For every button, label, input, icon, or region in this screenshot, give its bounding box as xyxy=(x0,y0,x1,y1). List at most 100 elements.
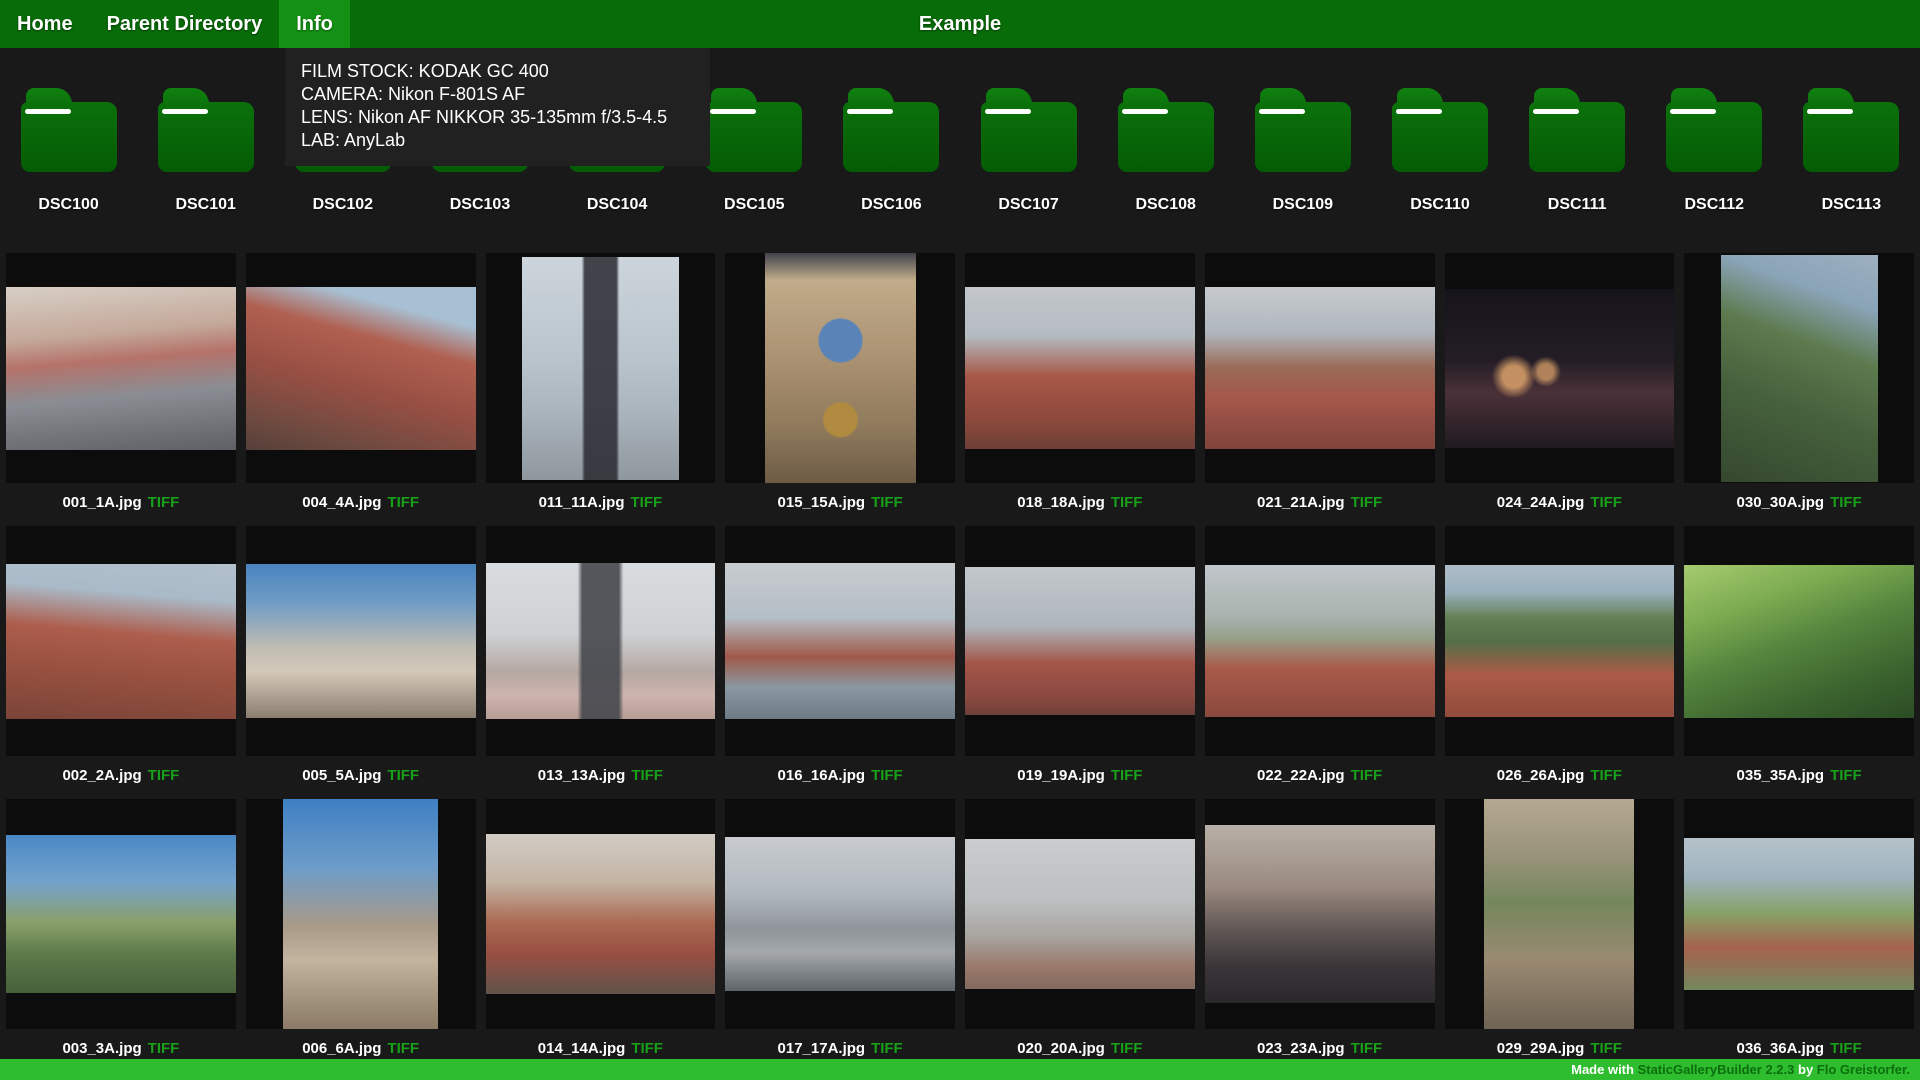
thumbnail-image[interactable] xyxy=(1484,799,1635,1029)
thumbnail-image[interactable] xyxy=(485,834,716,994)
thumbnail-filename-link[interactable]: 013_13A.jpg xyxy=(538,767,626,784)
thumbnail-box[interactable] xyxy=(1204,253,1435,483)
thumbnail-tiff-link[interactable]: TIFF xyxy=(871,767,903,784)
thumbnail-filename-link[interactable]: 011_11A.jpg xyxy=(539,494,625,511)
thumbnail-image[interactable] xyxy=(6,835,236,993)
folder-item[interactable]: DSC106 xyxy=(843,88,940,253)
thumbnail-box[interactable] xyxy=(1204,526,1435,756)
thumbnail-filename-link[interactable]: 017_17A.jpg xyxy=(778,1040,866,1057)
thumbnail-filename-link[interactable]: 020_20A.jpg xyxy=(1017,1040,1105,1057)
folder-item[interactable]: DSC100 xyxy=(20,88,117,253)
thumbnail-box[interactable] xyxy=(245,526,476,756)
thumbnail-image[interactable] xyxy=(725,837,955,991)
folder-item[interactable]: DSC101 xyxy=(157,88,254,253)
thumbnail-tiff-link[interactable]: TIFF xyxy=(631,1040,663,1057)
thumbnail-box[interactable] xyxy=(485,526,716,756)
thumbnail-filename-link[interactable]: 026_26A.jpg xyxy=(1497,767,1585,784)
thumbnail-box[interactable] xyxy=(485,253,716,483)
thumbnail-tiff-link[interactable]: TIFF xyxy=(871,494,903,511)
thumbnail-image[interactable] xyxy=(1444,288,1675,448)
thumbnail-image[interactable] xyxy=(245,564,476,718)
thumbnail-filename-link[interactable]: 035_35A.jpg xyxy=(1737,767,1825,784)
thumbnail-box[interactable] xyxy=(1684,253,1914,483)
thumbnail-filename-link[interactable]: 018_18A.jpg xyxy=(1017,494,1105,511)
thumbnail-tiff-link[interactable]: TIFF xyxy=(387,494,419,511)
thumbnail-tiff-link[interactable]: TIFF xyxy=(148,767,180,784)
thumbnail-filename-link[interactable]: 014_14A.jpg xyxy=(538,1040,626,1057)
thumbnail-tiff-link[interactable]: TIFF xyxy=(1111,494,1143,511)
thumbnail-box[interactable] xyxy=(6,253,236,483)
thumbnail-tiff-link[interactable]: TIFF xyxy=(1351,494,1383,511)
thumbnail-filename-link[interactable]: 022_22A.jpg xyxy=(1257,767,1345,784)
thumbnail-filename-link[interactable]: 030_30A.jpg xyxy=(1737,494,1825,511)
thumbnail-tiff-link[interactable]: TIFF xyxy=(1830,494,1862,511)
folder-item[interactable]: DSC113 xyxy=(1803,88,1900,253)
thumbnail-image[interactable] xyxy=(6,286,236,450)
thumbnail-tiff-link[interactable]: TIFF xyxy=(1111,767,1143,784)
thumbnail-box[interactable] xyxy=(6,799,236,1029)
thumbnail-box[interactable] xyxy=(1204,799,1435,1029)
thumbnail-tiff-link[interactable]: TIFF xyxy=(1351,1040,1383,1057)
thumbnail-image[interactable] xyxy=(965,839,1195,989)
nav-item[interactable]: Home xyxy=(0,0,90,48)
thumbnail-tiff-link[interactable]: TIFF xyxy=(387,1040,419,1057)
thumbnail-filename-link[interactable]: 001_1A.jpg xyxy=(62,494,141,511)
thumbnail-tiff-link[interactable]: TIFF xyxy=(148,1040,180,1057)
thumbnail-box[interactable] xyxy=(1444,253,1675,483)
thumbnail-tiff-link[interactable]: TIFF xyxy=(1111,1040,1143,1057)
thumbnail-image[interactable] xyxy=(6,563,236,719)
thumbnail-box[interactable] xyxy=(965,253,1195,483)
footer-author-link[interactable]: Flo Greistorfer. xyxy=(1817,1062,1910,1077)
folder-item[interactable]: DSC105 xyxy=(706,88,803,253)
thumbnail-filename-link[interactable]: 029_29A.jpg xyxy=(1497,1040,1585,1057)
thumbnail-box[interactable] xyxy=(1684,799,1914,1029)
thumbnail-box[interactable] xyxy=(245,253,476,483)
thumbnail-filename-link[interactable]: 004_4A.jpg xyxy=(302,494,381,511)
thumbnail-filename-link[interactable]: 016_16A.jpg xyxy=(778,767,866,784)
thumbnail-tiff-link[interactable]: TIFF xyxy=(1590,1040,1622,1057)
folder-item[interactable]: DSC107 xyxy=(980,88,1077,253)
thumbnail-tiff-link[interactable]: TIFF xyxy=(1830,767,1862,784)
thumbnail-box[interactable] xyxy=(1444,799,1675,1029)
folder-item[interactable]: DSC111 xyxy=(1529,88,1626,253)
thumbnail-box[interactable] xyxy=(965,526,1195,756)
folder-item[interactable]: DSC109 xyxy=(1254,88,1351,253)
thumbnail-tiff-link[interactable]: TIFF xyxy=(1590,767,1622,784)
thumbnail-image[interactable] xyxy=(1204,825,1435,1003)
thumbnail-image[interactable] xyxy=(1720,254,1878,482)
thumbnail-tiff-link[interactable]: TIFF xyxy=(1590,494,1622,511)
thumbnail-box[interactable] xyxy=(6,526,236,756)
thumbnail-tiff-link[interactable]: TIFF xyxy=(1830,1040,1862,1057)
thumbnail-box[interactable] xyxy=(1684,526,1914,756)
thumbnail-image[interactable] xyxy=(965,287,1195,449)
thumbnail-image[interactable] xyxy=(521,256,679,480)
thumbnail-tiff-link[interactable]: TIFF xyxy=(631,494,663,511)
folder-item[interactable]: DSC112 xyxy=(1666,88,1763,253)
thumbnail-filename-link[interactable]: 036_36A.jpg xyxy=(1737,1040,1825,1057)
thumbnail-tiff-link[interactable]: TIFF xyxy=(387,767,419,784)
thumbnail-tiff-link[interactable]: TIFF xyxy=(631,767,663,784)
nav-item[interactable]: Parent Directory xyxy=(90,0,280,48)
thumbnail-filename-link[interactable]: 024_24A.jpg xyxy=(1497,494,1585,511)
thumbnail-image[interactable] xyxy=(764,253,916,483)
thumbnail-image[interactable] xyxy=(1684,564,1914,718)
thumbnail-filename-link[interactable]: 002_2A.jpg xyxy=(62,767,141,784)
thumbnail-image[interactable] xyxy=(1204,287,1435,449)
thumbnail-image[interactable] xyxy=(1444,565,1675,717)
thumbnail-box[interactable] xyxy=(965,799,1195,1029)
thumbnail-box[interactable] xyxy=(725,799,955,1029)
thumbnail-tiff-link[interactable]: TIFF xyxy=(871,1040,903,1057)
footer-builder-link[interactable]: StaticGalleryBuilder 2.2.3 xyxy=(1638,1062,1795,1077)
folder-item[interactable]: DSC108 xyxy=(1117,88,1214,253)
thumbnail-filename-link[interactable]: 015_15A.jpg xyxy=(778,494,866,511)
thumbnail-filename-link[interactable]: 006_6A.jpg xyxy=(302,1040,381,1057)
thumbnail-image[interactable] xyxy=(283,799,439,1029)
thumbnail-tiff-link[interactable]: TIFF xyxy=(148,494,180,511)
thumbnail-image[interactable] xyxy=(245,286,476,450)
thumbnail-box[interactable] xyxy=(485,799,716,1029)
thumbnail-tiff-link[interactable]: TIFF xyxy=(1351,767,1383,784)
thumbnail-filename-link[interactable]: 023_23A.jpg xyxy=(1257,1040,1345,1057)
thumbnail-box[interactable] xyxy=(725,526,955,756)
nav-item[interactable]: Info xyxy=(279,0,350,48)
thumbnail-filename-link[interactable]: 003_3A.jpg xyxy=(62,1040,141,1057)
